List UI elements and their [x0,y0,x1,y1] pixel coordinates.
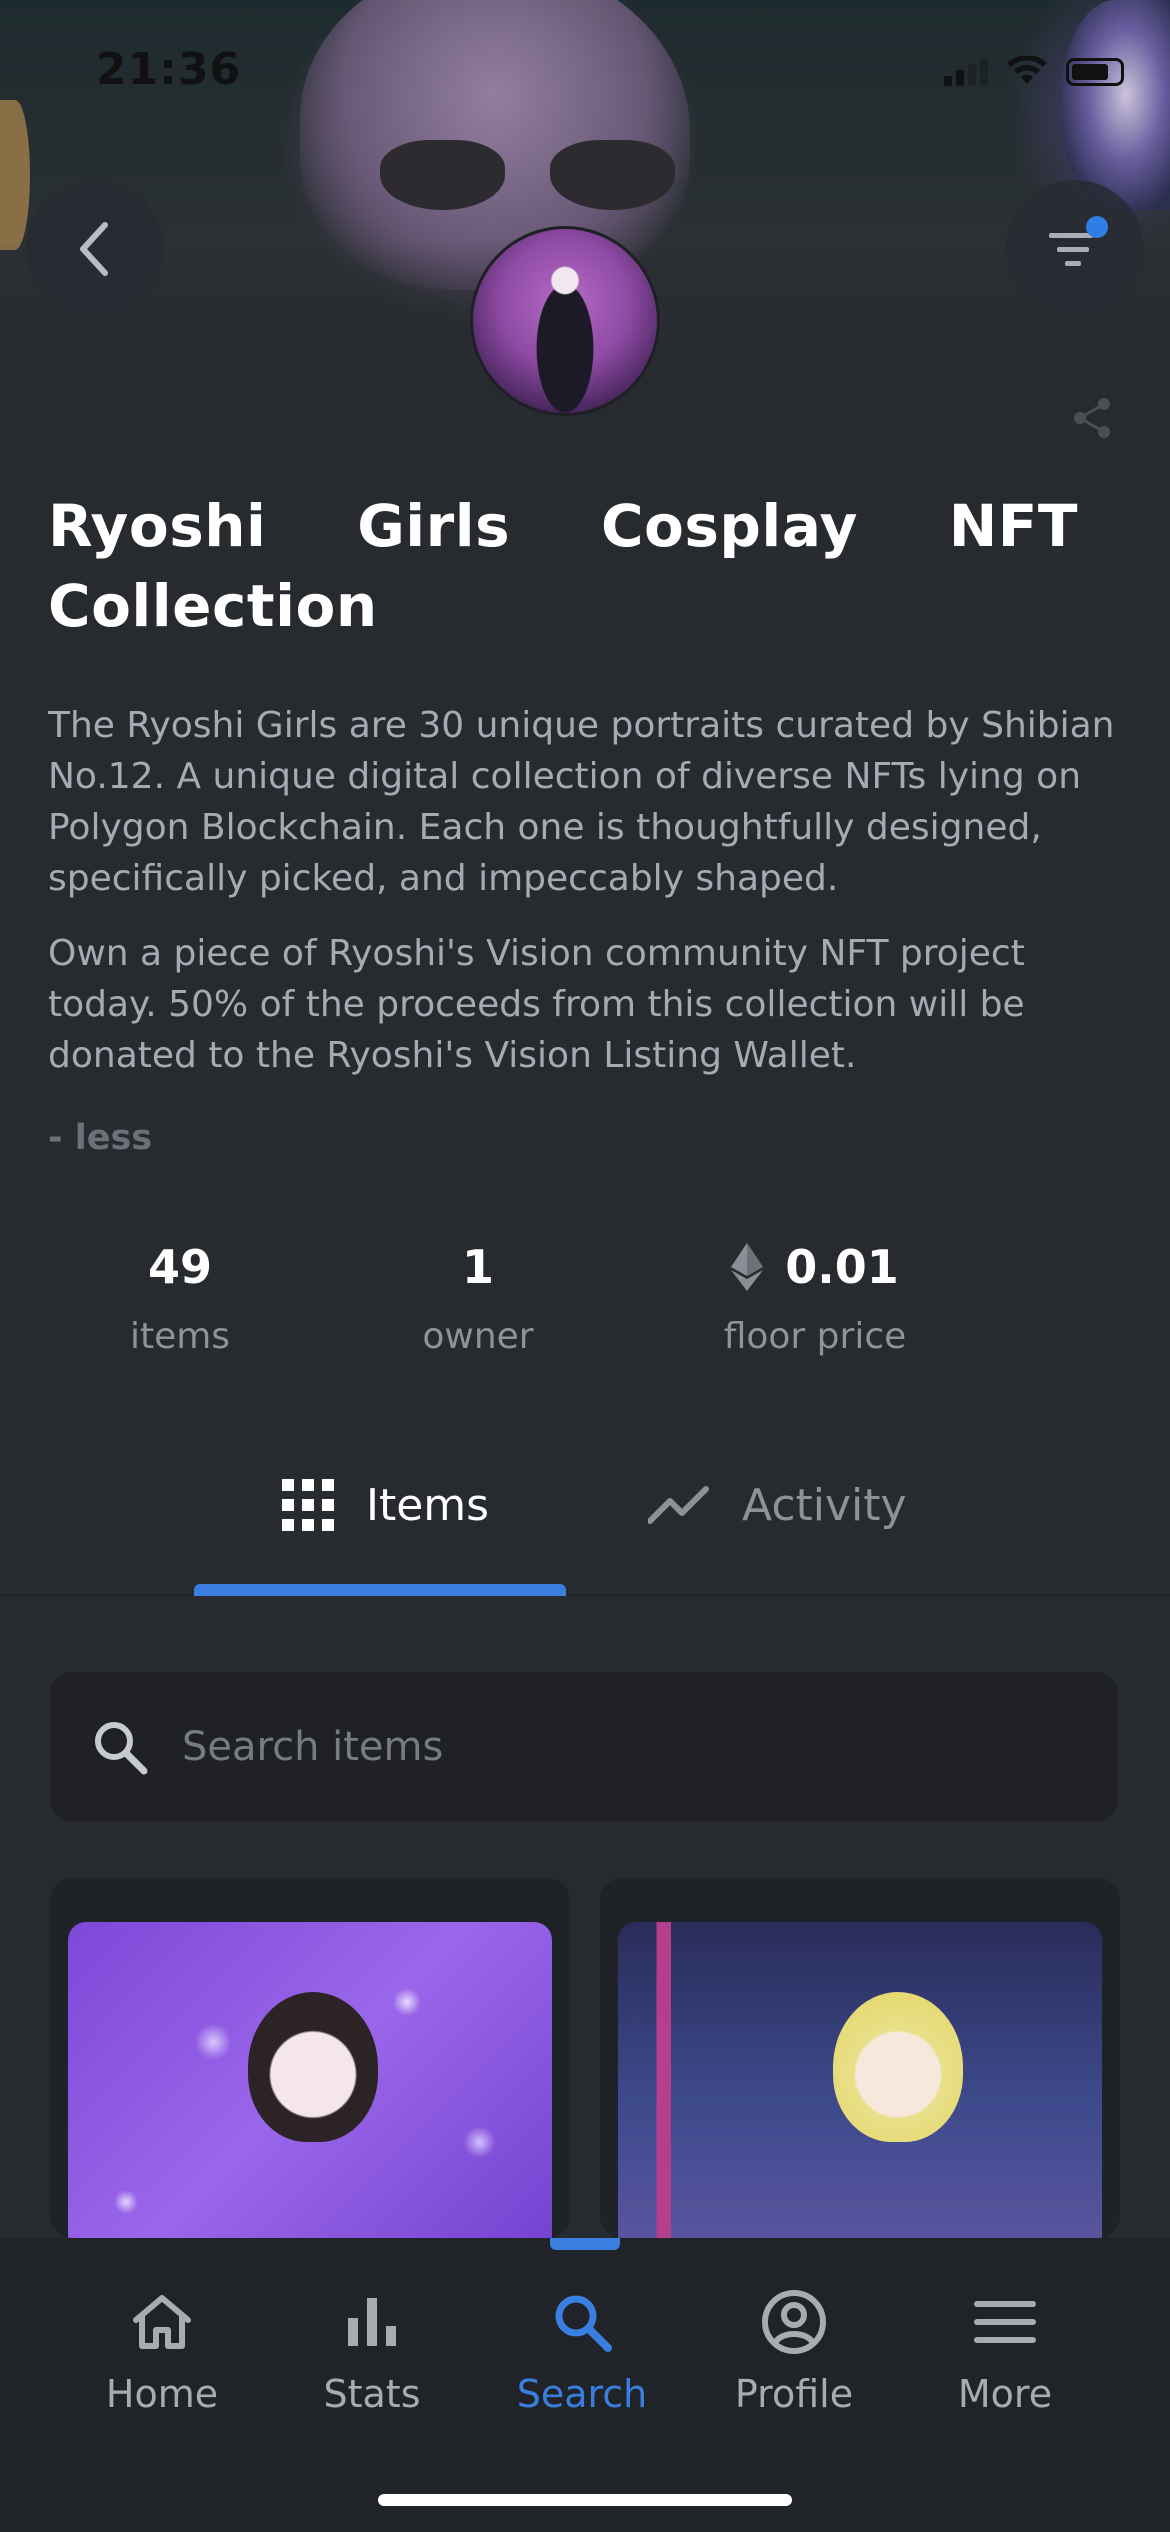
nav-more-label: More [957,2372,1053,2416]
search-input[interactable] [182,1724,1082,1770]
wifi-icon [1007,56,1047,84]
ethereum-icon [731,1243,764,1291]
home-icon [133,2295,191,2349]
nft-item-image [68,1922,552,2238]
nav-search[interactable]: Search [482,2282,682,2416]
banner-side-character [1060,0,1170,210]
grid-icon [282,1479,334,1531]
nav-stats[interactable]: Stats [272,2282,472,2416]
home-indicator [378,2494,792,2506]
collection-title: Ryoshi Girls Cosplay NFT Collection [48,492,1078,640]
collection-description-extended: Own a piece of Ryoshi's Vision community… [48,933,1025,1076]
search-icon [95,1722,148,1775]
search-field[interactable] [50,1672,1118,1822]
user-circle-icon [762,2290,826,2354]
banner-sunglasses [380,140,680,220]
bar-chart-icon [348,2298,396,2346]
tab-activity-label: Activity [742,1479,907,1531]
show-less-toggle[interactable]: - less [48,1118,152,1158]
nft-item-image [618,1922,1102,2238]
menu-icon [974,2301,1036,2343]
active-nav-indicator [550,2238,620,2250]
nft-item-card[interactable] [50,1878,570,2238]
tab-activity[interactable]: Activity [648,1440,907,1570]
banner-edge-decoration [0,100,30,250]
battery-icon [1066,58,1124,86]
tab-items-label: Items [366,1479,490,1531]
status-time: 21:36 [96,44,242,95]
stat-owner-value: 1 [461,1240,494,1294]
chevron-left-icon [80,222,108,276]
active-tab-indicator [194,1584,566,1596]
cellular-signal-icon [944,58,988,86]
filter-active-badge [1086,216,1108,238]
nav-stats-label: Stats [323,2372,421,2416]
stat-items-value: 49 [147,1240,212,1294]
bottom-navigation: Home Stats Search Profile More [0,2238,1170,2532]
nft-character [248,1992,378,2142]
share-icon[interactable] [1068,394,1116,442]
tab-items[interactable]: Items [282,1440,489,1570]
nft-item-card[interactable] [600,1878,1120,2238]
nav-profile-label: Profile [734,2372,854,2416]
stat-items-label: items [129,1316,231,1357]
stat-owner: 1 owner [378,1240,578,1357]
back-button[interactable] [26,180,164,318]
stat-floor-price-value: 0.01 [785,1240,899,1294]
nav-home[interactable]: Home [62,2282,262,2416]
nft-character [833,1992,963,2142]
nav-more[interactable]: More [905,2282,1105,2416]
search-icon [555,2295,612,2352]
filter-button[interactable] [1006,180,1144,318]
nav-profile[interactable]: Profile [694,2282,894,2416]
status-icons [944,56,1124,86]
collection-description: The Ryoshi Girls are 30 unique portraits… [48,705,1115,899]
stat-owner-label: owner [422,1316,534,1357]
collection-avatar [470,226,660,416]
nav-search-label: Search [516,2372,648,2416]
nav-home-label: Home [105,2372,219,2416]
stat-floor-price-label: floor price [723,1316,907,1357]
stat-items: 49 items [80,1240,280,1357]
trending-icon [648,1486,709,1524]
stat-floor-price: 0.01 floor price [700,1240,930,1357]
collection-tabs: Items Activity [0,1440,1170,1596]
